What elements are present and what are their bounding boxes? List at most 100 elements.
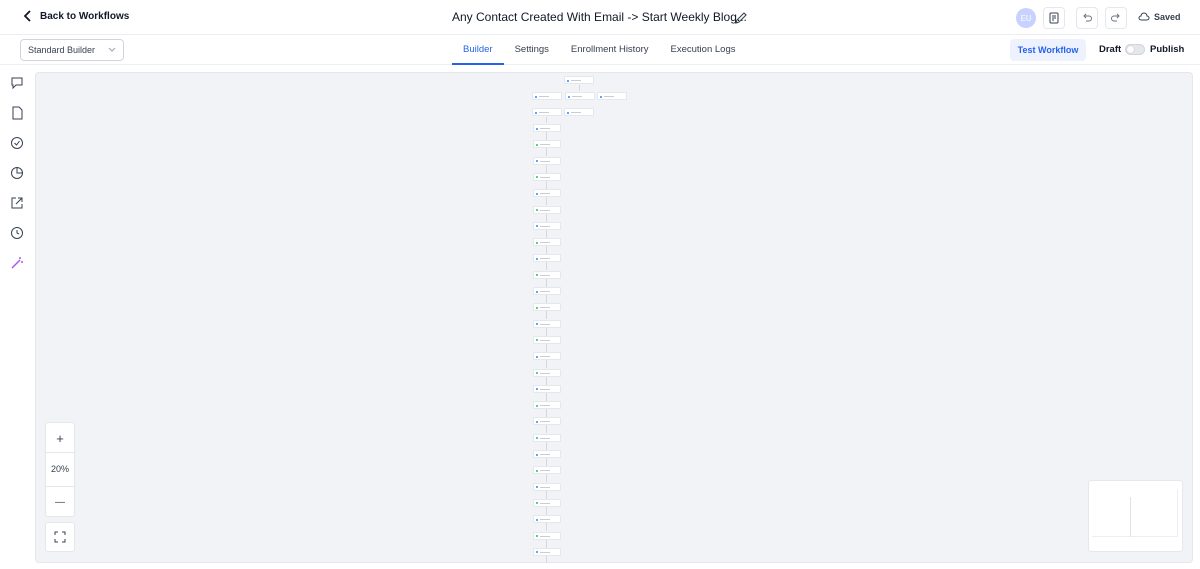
zoom-out-button[interactable]: — xyxy=(46,491,74,513)
workflow-node[interactable] xyxy=(532,108,562,116)
notes-button[interactable] xyxy=(1043,7,1065,29)
workflow-node[interactable] xyxy=(533,270,561,279)
node-label xyxy=(539,96,549,97)
zoom-in-button[interactable]: + xyxy=(46,427,74,449)
workflow-node[interactable] xyxy=(533,482,561,491)
workflow-node[interactable] xyxy=(564,76,594,84)
workflow-node[interactable] xyxy=(533,433,561,442)
chevron-down-icon xyxy=(108,47,116,52)
zoom-level: 20% xyxy=(50,464,69,474)
workflow-node[interactable] xyxy=(533,124,561,132)
node-type-icon xyxy=(536,355,538,358)
node-type-icon xyxy=(536,127,538,130)
workflow-node[interactable] xyxy=(564,108,594,116)
workflow-node[interactable] xyxy=(533,303,561,312)
tab-enrollment-history[interactable]: Enrollment History xyxy=(560,35,660,65)
workflow-node[interactable] xyxy=(533,189,561,198)
node-label xyxy=(540,454,550,455)
back-to-workflows-link[interactable]: Back to Workflows xyxy=(22,10,129,22)
node-label xyxy=(572,96,582,97)
divider xyxy=(46,452,74,453)
workflow-node[interactable] xyxy=(533,319,561,328)
node-label xyxy=(540,193,550,195)
node-label xyxy=(540,225,550,227)
notes-icon xyxy=(1049,12,1059,24)
node-type-icon xyxy=(536,209,538,211)
node-connector xyxy=(579,85,580,91)
node-connector xyxy=(546,246,547,255)
node-label xyxy=(571,80,581,81)
workflow-node[interactable] xyxy=(533,466,561,475)
workflow-node[interactable] xyxy=(533,450,561,458)
minimap[interactable] xyxy=(1088,480,1183,552)
chevron-left-icon xyxy=(23,10,31,22)
node-label xyxy=(540,405,550,407)
workflow-node[interactable] xyxy=(533,205,561,214)
workflow-title[interactable]: Any Contact Created With Email -> Start … xyxy=(452,10,747,24)
node-label xyxy=(540,372,550,374)
undo-button[interactable] xyxy=(1076,7,1098,29)
workflow-node[interactable] xyxy=(533,352,561,361)
workflow-node[interactable] xyxy=(533,238,561,247)
node-type-icon xyxy=(536,323,538,326)
external-link-icon[interactable] xyxy=(10,196,24,210)
node-label xyxy=(540,144,550,146)
workflow-node[interactable] xyxy=(533,335,561,344)
node-type-icon xyxy=(536,518,538,521)
workflow-node[interactable] xyxy=(597,92,627,100)
publish-toggle[interactable] xyxy=(1125,44,1145,55)
node-connector xyxy=(546,490,547,499)
node-connector xyxy=(546,295,547,303)
node-label xyxy=(540,388,550,390)
document-icon[interactable] xyxy=(10,106,24,120)
node-label xyxy=(604,96,614,97)
expand-icon xyxy=(54,531,66,543)
pie-chart-icon[interactable] xyxy=(10,166,24,180)
check-circle-icon[interactable] xyxy=(10,136,24,150)
workflow-node[interactable] xyxy=(533,156,561,165)
node-type-icon xyxy=(568,95,570,98)
node-type-icon xyxy=(536,469,538,472)
workflow-node[interactable] xyxy=(533,401,561,410)
fit-view-button[interactable] xyxy=(45,522,75,552)
workflow-canvas[interactable] xyxy=(35,72,1193,563)
tab-builder[interactable]: Builder xyxy=(452,35,504,65)
node-label xyxy=(540,307,550,309)
node-connector xyxy=(546,278,547,287)
workflow-node[interactable] xyxy=(532,92,562,100)
magic-wand-icon[interactable] xyxy=(10,256,24,270)
workflow-node[interactable] xyxy=(533,547,561,556)
redo-icon xyxy=(1111,13,1120,22)
back-label: Back to Workflows xyxy=(40,10,130,22)
tab-settings[interactable]: Settings xyxy=(504,35,560,65)
tab-execution-logs[interactable]: Execution Logs xyxy=(660,35,747,65)
workflow-node[interactable] xyxy=(533,221,561,230)
chat-icon[interactable] xyxy=(10,76,24,90)
node-type-icon xyxy=(536,404,538,407)
workflow-node[interactable] xyxy=(533,172,561,181)
workflow-node[interactable] xyxy=(533,515,561,524)
node-connector xyxy=(546,555,547,562)
workflow-node[interactable] xyxy=(565,92,595,100)
workflow-node[interactable] xyxy=(533,384,561,393)
workflow-node[interactable] xyxy=(533,368,561,377)
node-label xyxy=(540,486,550,488)
node-label xyxy=(540,242,550,244)
workflow-node[interactable] xyxy=(533,498,561,507)
node-type-icon xyxy=(567,111,569,114)
workflow-node[interactable] xyxy=(533,140,561,149)
test-workflow-button[interactable]: Test Workflow xyxy=(1010,39,1086,61)
edit-pencil-icon[interactable] xyxy=(734,11,748,25)
builder-mode-select[interactable]: Standard Builder xyxy=(20,39,124,61)
workflow-node[interactable] xyxy=(533,287,561,295)
minimap-trace xyxy=(1130,497,1131,537)
node-type-icon xyxy=(536,535,538,537)
history-icon[interactable] xyxy=(10,226,24,240)
workflow-node[interactable] xyxy=(533,417,561,426)
node-type-icon xyxy=(536,486,538,489)
workflow-node[interactable] xyxy=(533,254,561,263)
node-type-icon xyxy=(567,79,569,82)
redo-button[interactable] xyxy=(1105,7,1127,29)
user-avatar[interactable]: EU xyxy=(1016,8,1036,28)
workflow-node[interactable] xyxy=(533,531,561,540)
